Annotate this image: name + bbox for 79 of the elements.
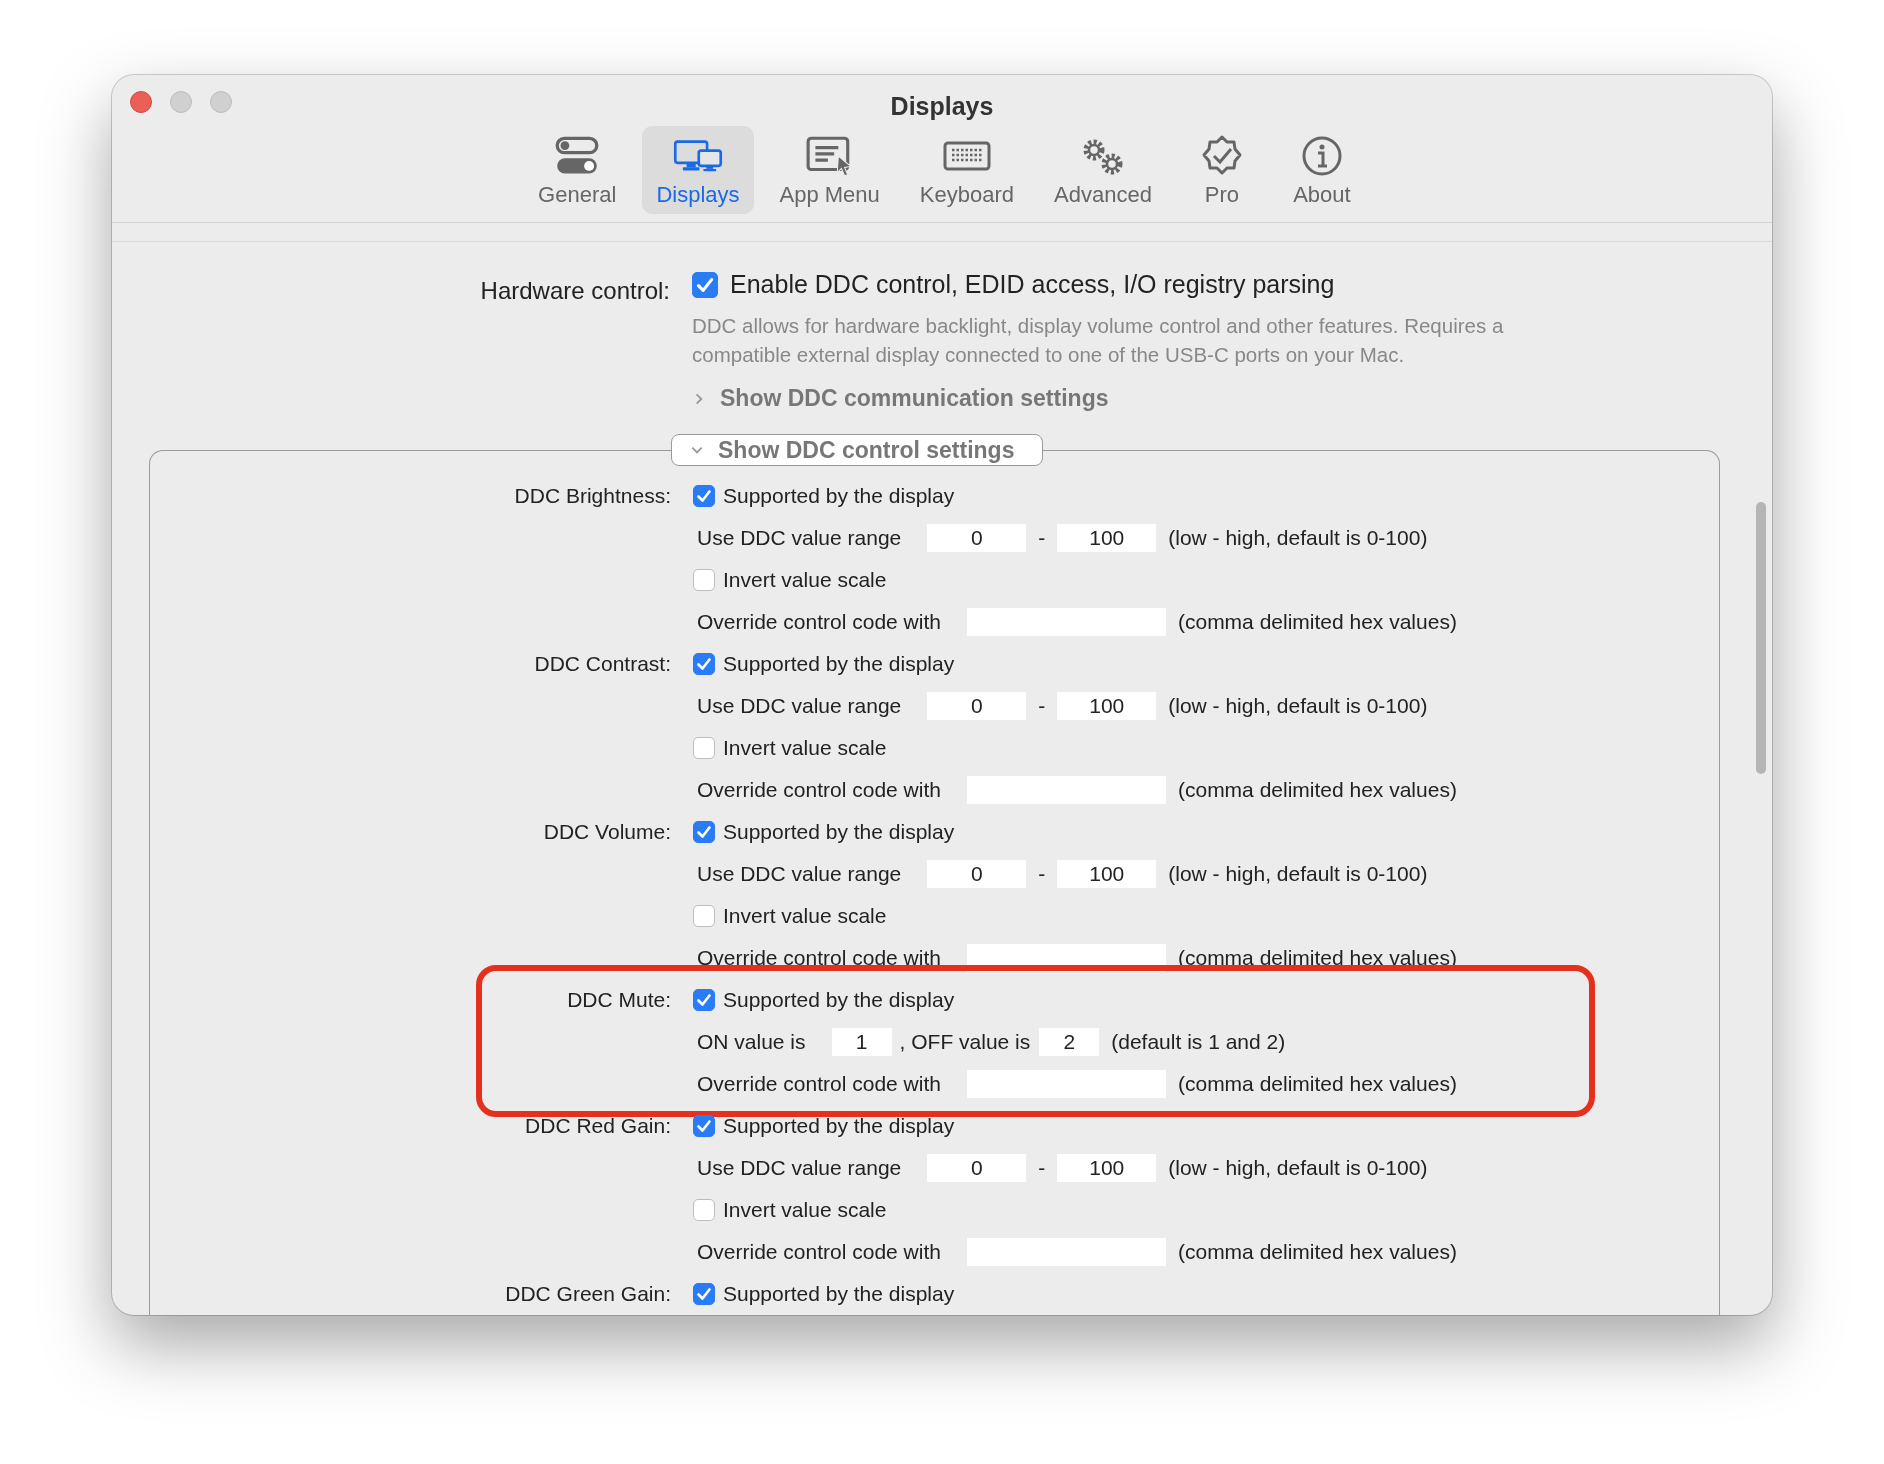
checkbox-label: Supported by the display (723, 988, 955, 1012)
number-field[interactable]: 100 (1057, 860, 1157, 888)
number-field[interactable]: 0 (927, 1154, 1027, 1182)
toolbar-tab[interactable]: App Menu (765, 126, 894, 214)
separator-text: - (1038, 1156, 1046, 1180)
toolbar-tab[interactable]: Keyboard (905, 126, 1028, 214)
number-field[interactable]: 0 (927, 524, 1027, 552)
separator-text: - (1038, 862, 1046, 886)
field-label: DDC Brightness: (513, 483, 671, 509)
checkbox-label: Supported by the display (723, 1114, 955, 1138)
field-label: Use DDC value range (697, 862, 902, 886)
toolbar-tab[interactable]: Displays (642, 126, 754, 214)
checkbox-label: Invert value scale (723, 904, 887, 928)
checkbox[interactable] (693, 1115, 715, 1137)
field-label: Use DDC value range (697, 526, 902, 550)
checkbox-label: Supported by the display (723, 820, 955, 844)
checkbox-label: Enable DDC control, EDID access, I/O registry parsing (730, 270, 1335, 299)
hint-text: (low - high, default is 0-100) (1168, 694, 1428, 718)
checkbox-label: Invert value scale (723, 568, 887, 592)
checkbox[interactable] (693, 821, 715, 843)
separator-text: - (1038, 694, 1046, 718)
description-text: DDC allows for hardware backlight, display volume control and other features. Requires a compatible external display connected to one of the USB-C ports on your Mac. (692, 313, 1505, 368)
checkbox[interactable] (693, 1199, 715, 1221)
checkbox[interactable] (693, 1283, 715, 1305)
separator-text: - (1038, 526, 1046, 550)
field-label: Override control code with (697, 1240, 941, 1264)
disclosure-toggle[interactable]: Show DDC communication settings (692, 385, 1772, 412)
field-label: DDC Mute: (566, 987, 671, 1013)
field-label: DDC Contrast: (533, 651, 671, 677)
checkbox[interactable] (693, 569, 715, 591)
hint-text: (comma delimited hex values) (1177, 946, 1457, 970)
number-field[interactable]: 0 (927, 860, 1027, 888)
toolbar-tab[interactable]: Pro (1177, 126, 1266, 214)
toolbar-tab[interactable]: General (524, 126, 631, 214)
field-label: Use DDC value range (697, 1156, 902, 1180)
checkbox[interactable] (693, 737, 715, 759)
close-button[interactable] (130, 91, 152, 113)
checkbox[interactable] (693, 653, 715, 675)
number-field[interactable]: 100 (1057, 1154, 1157, 1182)
checkbox[interactable] (693, 989, 715, 1011)
disclosure-button[interactable]: Show DDC control settings (671, 434, 1044, 466)
number-field[interactable]: 1 (831, 1028, 892, 1056)
hint-text: (comma delimited hex values) (1177, 778, 1457, 802)
number-field[interactable]: 100 (1057, 524, 1157, 552)
minimize-button[interactable] (170, 91, 192, 113)
field-label: ON value is (697, 1030, 806, 1054)
field-label: DDC Green Gain: (504, 1281, 671, 1307)
checkbox-label: Supported by the display (723, 1282, 955, 1306)
field-label: DDC Red Gain: (524, 1113, 671, 1139)
field-label: Use DDC value range (697, 694, 902, 718)
hint-text: (comma delimited hex values) (1177, 1072, 1457, 1096)
scrollbar-thumb[interactable] (1756, 502, 1766, 774)
field-label: Override control code with (697, 946, 941, 970)
checkbox[interactable] (692, 271, 718, 298)
field-label: DDC Volume: (542, 819, 671, 845)
toolbar-tab[interactable]: About (1277, 126, 1366, 214)
zoom-button[interactable] (210, 91, 232, 113)
checkbox[interactable] (693, 485, 715, 507)
number-field[interactable]: 0 (927, 692, 1027, 720)
checkbox-label: Supported by the display (723, 484, 955, 508)
checkbox-label: Invert value scale (723, 736, 887, 760)
hint-text: (low - high, default is 0-100) (1168, 862, 1428, 886)
checkbox[interactable] (693, 905, 715, 927)
field-label: Override control code with (697, 610, 941, 634)
checkbox-label: Supported by the display (723, 652, 955, 676)
hint-text: (low - high, default is 0-100) (1168, 526, 1428, 550)
window-title: Displays (890, 92, 994, 121)
checkbox-label: Invert value scale (723, 1198, 887, 1222)
hint-text: (comma delimited hex values) (1177, 610, 1457, 634)
hint-text: (default is 1 and 2) (1111, 1030, 1286, 1054)
number-field[interactable]: 100 (1057, 692, 1157, 720)
field-label: Override control code with (697, 1072, 941, 1096)
toolbar-tab[interactable]: Advanced (1040, 126, 1166, 214)
field-label: Override control code with (697, 778, 941, 802)
field-label: Hardware control: (479, 276, 670, 306)
number-field[interactable]: 2 (1039, 1028, 1100, 1056)
hint-text: (comma delimited hex values) (1177, 1240, 1457, 1264)
hint-text: (low - high, default is 0-100) (1168, 1156, 1428, 1180)
field-label: , OFF value is (899, 1030, 1031, 1054)
